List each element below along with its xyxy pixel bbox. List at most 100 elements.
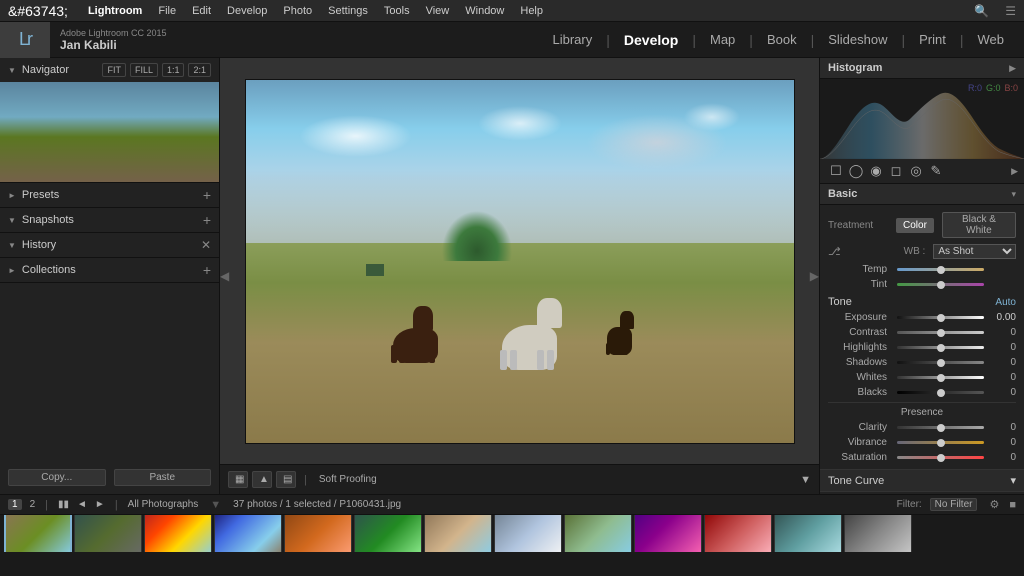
tab-develop[interactable]: Develop bbox=[612, 22, 690, 58]
menu-photo[interactable]: Photo bbox=[283, 5, 312, 17]
menu-help[interactable]: Help bbox=[520, 5, 543, 17]
right-panel-toggle[interactable]: ▶ bbox=[810, 269, 819, 283]
highlights-slider-thumb[interactable] bbox=[937, 344, 945, 352]
tone-curve-header[interactable]: Tone Curve ▾ bbox=[820, 469, 1024, 491]
eyedropper-icon[interactable]: ⎇ bbox=[828, 245, 841, 258]
filmstrip-thumb-12[interactable] bbox=[774, 515, 842, 552]
filter-panel-icon[interactable]: ■ bbox=[1009, 499, 1016, 511]
color-treatment-btn[interactable]: Color bbox=[896, 218, 934, 233]
list-icon[interactable]: ☰ bbox=[1005, 4, 1016, 18]
snapshots-add-btn[interactable]: + bbox=[203, 212, 211, 228]
filmstrip-next-btn[interactable]: ► bbox=[95, 499, 105, 510]
tab-print[interactable]: Print bbox=[907, 22, 958, 58]
red-eye-tool[interactable]: ◉ bbox=[866, 163, 886, 179]
menu-window[interactable]: Window bbox=[465, 5, 504, 17]
tab-library[interactable]: Library bbox=[541, 22, 605, 58]
bw-treatment-btn[interactable]: Black & White bbox=[942, 212, 1016, 238]
copy-button[interactable]: Copy... bbox=[8, 469, 106, 486]
toolbar-dropdown[interactable]: ▼ bbox=[800, 474, 811, 486]
blacks-slider-thumb[interactable] bbox=[937, 389, 945, 397]
nav-fit-btn[interactable]: FIT bbox=[102, 63, 126, 77]
clarity-slider-thumb[interactable] bbox=[937, 424, 945, 432]
nav-1-1-btn[interactable]: 1:1 bbox=[162, 63, 185, 77]
menu-edit[interactable]: Edit bbox=[192, 5, 211, 17]
tint-slider-thumb[interactable] bbox=[937, 281, 945, 289]
histogram-collapse-btn[interactable]: ▶ bbox=[1009, 63, 1016, 74]
filmstrip-thumb-7[interactable] bbox=[424, 515, 492, 552]
filmstrip-thumb-3[interactable] bbox=[144, 515, 212, 552]
clarity-slider-track[interactable] bbox=[897, 426, 984, 429]
basic-section-header[interactable]: Basic ▾ bbox=[820, 184, 1024, 205]
loupe-view-btn[interactable]: ▲ bbox=[252, 471, 272, 488]
basic-collapse-btn[interactable]: ▾ bbox=[1011, 189, 1016, 200]
presets-add-btn[interactable]: + bbox=[203, 187, 211, 203]
contrast-slider-track[interactable] bbox=[897, 331, 984, 334]
blacks-slider-track[interactable] bbox=[897, 391, 984, 394]
history-header[interactable]: ▼ History ✕ bbox=[0, 233, 219, 257]
left-panel-toggle[interactable]: ◀ bbox=[220, 269, 229, 283]
filmstrip-thumb-1[interactable] bbox=[4, 515, 72, 552]
vibrance-slider-track[interactable] bbox=[897, 441, 984, 444]
temp-slider-thumb[interactable] bbox=[937, 266, 945, 274]
grid-view-btn[interactable]: ▦ bbox=[228, 471, 248, 488]
menu-file[interactable]: File bbox=[158, 5, 176, 17]
navigator-header[interactable]: ▼ Navigator FIT FILL 1:1 2:1 bbox=[0, 58, 219, 82]
tone-auto-btn[interactable]: Auto bbox=[995, 297, 1016, 308]
whites-slider-track[interactable] bbox=[897, 376, 984, 379]
filmstrip-page-2-btn[interactable]: 2 bbox=[30, 499, 36, 510]
filmstrip-thumb-6[interactable] bbox=[354, 515, 422, 552]
collections-add-btn[interactable]: + bbox=[203, 262, 211, 278]
filmstrip-thumb-13[interactable] bbox=[844, 515, 912, 552]
tab-book[interactable]: Book bbox=[755, 22, 809, 58]
tab-map[interactable]: Map bbox=[698, 22, 747, 58]
radial-filter-tool[interactable]: ◎ bbox=[906, 163, 926, 179]
highlights-slider-track[interactable] bbox=[897, 346, 984, 349]
exposure-slider-track[interactable] bbox=[897, 316, 984, 319]
paste-button[interactable]: Paste bbox=[114, 469, 212, 486]
presets-header[interactable]: ► Presets + bbox=[0, 183, 219, 207]
tone-curve-collapse-btn[interactable]: ▾ bbox=[1010, 474, 1016, 487]
saturation-slider-track[interactable] bbox=[897, 456, 984, 459]
compare-view-btn[interactable]: ▤ bbox=[276, 471, 296, 488]
filter-dropdown[interactable]: No Filter bbox=[930, 498, 978, 511]
shadows-slider-thumb[interactable] bbox=[937, 359, 945, 367]
histogram-header[interactable]: Histogram ▶ bbox=[820, 58, 1024, 79]
tab-web[interactable]: Web bbox=[966, 22, 1017, 58]
filmstrip-thumb-11[interactable] bbox=[704, 515, 772, 552]
filmstrip-thumb-8[interactable] bbox=[494, 515, 562, 552]
menu-develop[interactable]: Develop bbox=[227, 5, 267, 17]
filmstrip-grid-btn[interactable]: ▮▮ bbox=[58, 499, 69, 510]
tab-slideshow[interactable]: Slideshow bbox=[816, 22, 899, 58]
nav-2-1-btn[interactable]: 2:1 bbox=[188, 63, 211, 77]
exposure-slider-thumb[interactable] bbox=[937, 314, 945, 322]
search-icon[interactable]: 🔍 bbox=[974, 4, 989, 18]
crop-tool[interactable]: ☐ bbox=[826, 163, 846, 179]
shadows-slider-track[interactable] bbox=[897, 361, 984, 364]
filmstrip-thumb-4[interactable] bbox=[214, 515, 282, 552]
nav-fill-btn[interactable]: FILL bbox=[130, 63, 158, 77]
apple-menu[interactable]: &#63743; bbox=[8, 3, 68, 19]
adjustment-brush-tool[interactable]: ✎ bbox=[926, 163, 946, 179]
menu-settings[interactable]: Settings bbox=[328, 5, 368, 17]
saturation-slider-thumb[interactable] bbox=[937, 454, 945, 462]
temp-slider-track[interactable] bbox=[897, 268, 984, 271]
snapshots-header[interactable]: ▼ Snapshots + bbox=[0, 208, 219, 232]
filmstrip-thumb-2[interactable] bbox=[74, 515, 142, 552]
filmstrip-thumb-5[interactable] bbox=[284, 515, 352, 552]
vibrance-slider-thumb[interactable] bbox=[937, 439, 945, 447]
menu-tools[interactable]: Tools bbox=[384, 5, 410, 17]
filmstrip-page-1-btn[interactable]: 1 bbox=[8, 499, 22, 510]
spot-removal-tool[interactable]: ◯ bbox=[846, 163, 866, 179]
graduated-filter-tool[interactable]: ◻ bbox=[886, 163, 906, 179]
filmstrip-prev-btn[interactable]: ◄ bbox=[77, 499, 87, 510]
filmstrip-thumb-9[interactable] bbox=[564, 515, 632, 552]
whites-slider-thumb[interactable] bbox=[937, 374, 945, 382]
history-close-btn[interactable]: ✕ bbox=[201, 238, 211, 252]
collections-header[interactable]: ► Collections + bbox=[0, 258, 219, 282]
filter-settings-icon[interactable]: ⚙ bbox=[989, 498, 999, 511]
wb-dropdown[interactable]: As Shot Auto Daylight Cloudy Custom bbox=[933, 244, 1016, 259]
contrast-slider-thumb[interactable] bbox=[937, 329, 945, 337]
filmstrip-thumb-10[interactable] bbox=[634, 515, 702, 552]
image-area[interactable] bbox=[220, 58, 819, 464]
menu-view[interactable]: View bbox=[426, 5, 450, 17]
